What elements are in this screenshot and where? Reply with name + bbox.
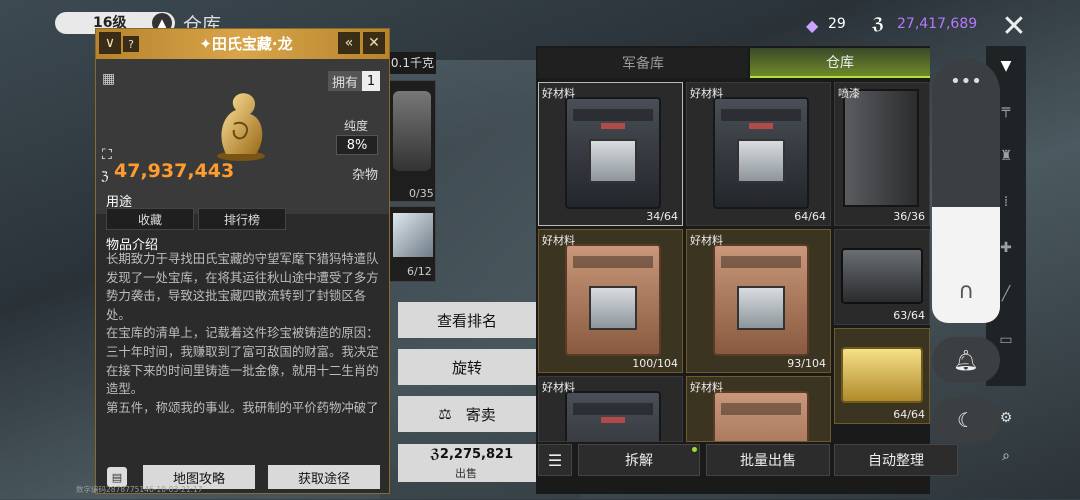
disassemble-button[interactable]: 拆解 [578,444,700,476]
cell-count: 36/36 [893,210,925,223]
more-icon[interactable]: ••• [932,68,1000,94]
cell-count: 34/64 [646,210,678,223]
storage-cell[interactable]: 63/64 [834,229,930,325]
source-button[interactable]: 获取途径 [268,465,380,489]
storage-cell[interactable]: 好材料 64/64 [686,82,831,226]
sell-price: ℨ2,275,821 [430,447,513,462]
own-label: 拥有 [328,71,362,91]
item-detail-panel: ∨ ? ✦田氏宝藏·龙 « ✕ ▦ 拥有 1 纯度 8% ⛶ ℨ 47,937,… [95,28,390,494]
currency-icon: ℨ [872,14,885,33]
sell-label: 出售 [455,467,477,480]
storage-cell[interactable]: 好材料 100/104 [538,229,683,373]
view-rank-button[interactable]: 查看排名 [398,302,536,338]
item-category: 杂物 [352,168,379,183]
expand-left-button[interactable]: « [338,32,360,54]
tab-armory[interactable]: 军备库 [538,48,748,78]
cell-count: 64/64 [794,210,826,223]
collapse-button[interactable]: ∨ [99,32,121,54]
detail-header: ∨ ? ✦田氏宝藏·龙 « ✕ [96,29,389,59]
storage-cell[interactable]: 喷漆 36/36 [834,82,930,226]
rank-button[interactable]: 排行榜 [198,208,286,230]
backpack-slot[interactable]: 0/35 [388,80,436,202]
misc-icon[interactable]: ▭ [994,328,1018,352]
close-detail-button[interactable]: ✕ [363,32,385,54]
consign-icon: ⚖ [438,405,452,423]
slot-count: 0/35 [409,187,434,200]
armor-icon [393,213,433,257]
cell-tag: 好材料 [690,87,723,100]
currency-count: 27,417,689 [897,16,978,32]
cell-tag: 好材料 [542,381,575,394]
gem-count: 29 [828,16,846,32]
gold-case-icon [841,347,923,403]
help-icon[interactable]: ? [123,36,139,52]
cell-count: 93/104 [787,357,826,370]
cell-tag: 好材料 [542,87,575,100]
auto-sort-button[interactable]: 自动整理 [834,444,958,476]
storage-cell[interactable]: 好材料 [538,376,683,442]
collect-button[interactable]: 收藏 [106,208,194,230]
consign-label: 寄卖 [465,405,496,424]
item-price: 47,937,443 [114,160,235,182]
weight-label: 0.1千克 [388,52,436,74]
tab-warehouse[interactable]: 仓库 [750,48,930,78]
storage-cell[interactable]: 好材料 93/104 [686,229,831,373]
rotate-button[interactable]: 旋转 [398,349,536,385]
storage-cell[interactable]: 64/64 [834,328,930,424]
item-title: ✦田氏宝藏·龙 [199,35,293,53]
menu-icon[interactable]: ☰ [538,444,572,476]
close-icon[interactable]: ✕ [998,9,1030,44]
cell-count: 100/104 [632,357,678,370]
backpack-icon [393,91,431,171]
purity-value: 8% [336,135,378,155]
consign-button[interactable]: ⚖ 寄卖 [398,396,536,432]
armor-slot[interactable]: 6/12 [388,206,436,282]
cell-tag: 好材料 [690,234,723,247]
currency-icon: ℨ [101,169,109,183]
case-icon [843,89,919,207]
search-icon[interactable]: ⌕ [994,444,1018,468]
item-description: 长期致力于寻找田氏宝藏的守望军麾下猎犸特遣队发现了一处宝库，在将其运往秋山途中遭… [106,251,379,415]
diamond-icon: ◆ [806,16,819,35]
cell-tag: 喷漆 [838,87,860,100]
cell-tag: 好材料 [690,381,723,394]
sell-button[interactable]: ℨ2,275,821 出售 [398,444,536,482]
storage-cell[interactable]: 好材料 34/64 [538,82,683,226]
cell-count: 64/64 [893,408,925,421]
sell-price-value: 2,275,821 [439,447,514,462]
purity-label: 纯度 [344,119,369,133]
sellable-icon: ⛶ [102,147,112,163]
watermark-text: 数字编码2878775146-10-03-21:17 [76,485,203,494]
headphones-icon[interactable]: ∩ [948,276,984,306]
notification-dot [692,447,697,452]
batch-sell-button[interactable]: 批量出售 [706,444,830,476]
bell-icon[interactable]: 🔔︎ [932,337,1000,383]
moon-icon[interactable]: ☾ [932,397,1000,443]
cell-tag: 好材料 [542,234,575,247]
cell-count: 63/64 [893,309,925,322]
own-count: 1 [362,71,380,91]
case-icon [841,248,923,304]
gold-dragon-statue-icon [217,93,265,161]
slot-count: 6/12 [407,265,432,278]
storage-cell[interactable]: 好材料 [686,376,831,442]
grid-icon[interactable]: ▦ [102,71,122,87]
currency-icon: ℨ [430,447,440,462]
